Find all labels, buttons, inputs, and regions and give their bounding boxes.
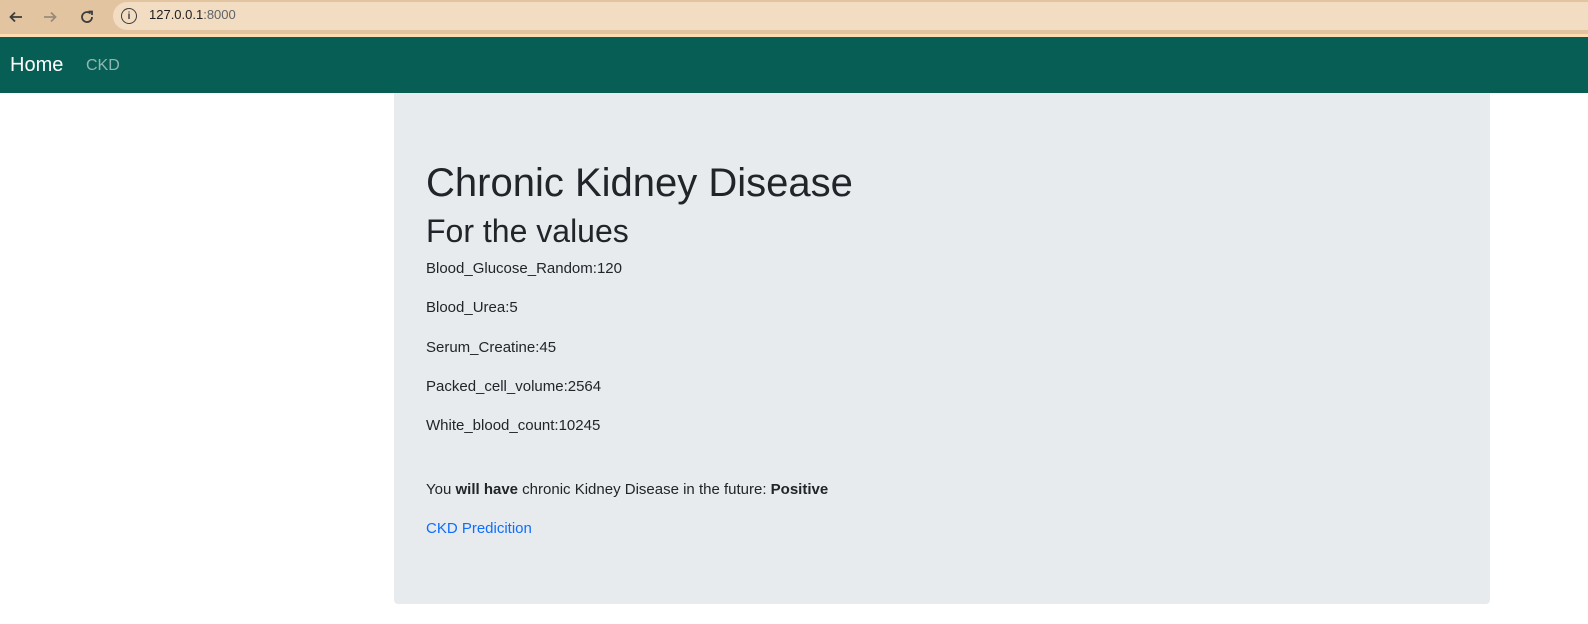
value-blood-urea: Blood_Urea:5 <box>426 299 518 316</box>
arrow-right-icon <box>44 11 57 23</box>
page-title: Chronic Kidney Disease <box>426 161 853 205</box>
value-serum-creatine: Serum_Creatine:45 <box>426 339 557 356</box>
prediction-result: You will have chronic Kidney Disease in … <box>426 480 828 500</box>
reload-button[interactable] <box>74 4 100 30</box>
page-subtitle: For the values <box>426 213 629 249</box>
result-verdict: Positive <box>770 481 829 498</box>
info-icon[interactable]: i <box>121 8 137 24</box>
forward-button[interactable] <box>37 4 63 30</box>
reload-icon <box>81 10 93 23</box>
value-white-blood-count: White_blood_count:10245 <box>426 417 601 434</box>
result-panel: Chronic Kidney Disease For the values Bl… <box>394 93 1490 604</box>
url-port: :8000 <box>203 7 236 22</box>
ckd-prediction-link[interactable]: CKD Predicition <box>426 519 532 539</box>
home-link[interactable]: Home <box>10 54 63 77</box>
result-emphasis: will have <box>455 481 519 498</box>
value-packed-cell-volume: Packed_cell_volume:2564 <box>426 378 602 395</box>
url-text[interactable]: 127.0.0.1:8000 <box>149 7 236 22</box>
address-bar[interactable]: i 127.0.0.1:8000 <box>113 2 1588 30</box>
arrow-left-icon <box>9 11 22 23</box>
top-navbar: Home CKD <box>0 37 1588 93</box>
url-host: 127.0.0.1 <box>149 7 204 22</box>
result-middle: chronic Kidney Disease in the future: <box>518 481 771 498</box>
back-button[interactable] <box>3 4 29 30</box>
result-prefix: You <box>426 481 456 498</box>
browser-toolbar: i 127.0.0.1:8000 <box>0 0 1588 37</box>
value-blood-glucose: Blood_Glucose_Random:120 <box>426 260 622 277</box>
nav-link-ckd[interactable]: CKD <box>86 57 120 75</box>
